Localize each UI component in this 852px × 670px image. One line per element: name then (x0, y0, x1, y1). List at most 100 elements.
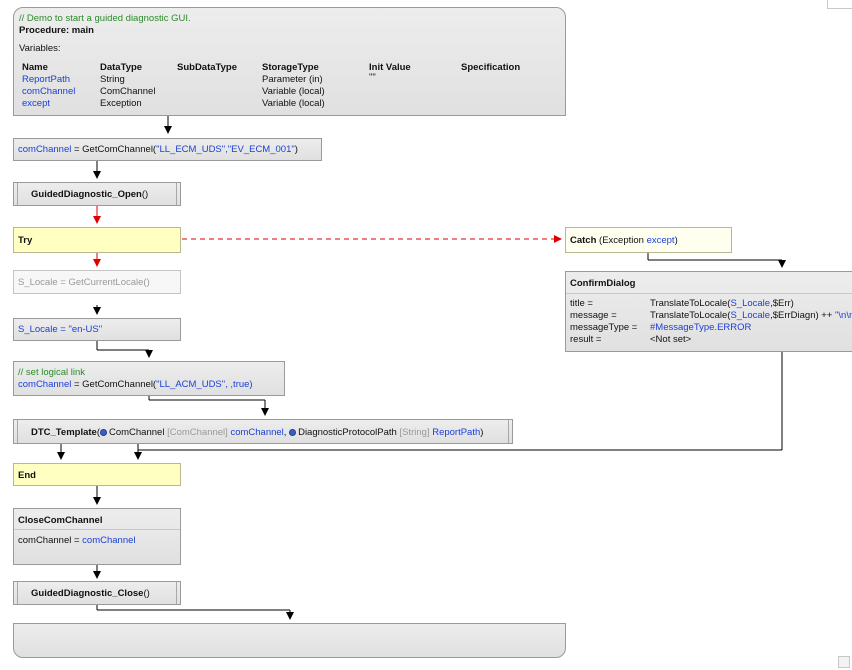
catch-type: (Exception (596, 235, 647, 246)
step-get-current-locale[interactable]: S_Locale = GetCurrentLocale() (13, 270, 181, 294)
step-get-com-channel-ecm[interactable]: comChannel = GetComChannel("LL_ECM_UDS",… (13, 138, 322, 161)
subproc-parens: () (141, 189, 149, 200)
locale-get-text: S_Locale = GetCurrentLocale() (18, 277, 150, 288)
step-catch[interactable]: Catch (Exception except) (565, 227, 732, 253)
value-string: "\n\n" + (835, 310, 852, 321)
subproc-label: GuidedDiagnostic_Open() (31, 189, 148, 200)
confirm-value: <Not set> (650, 334, 691, 345)
locale-value: = "en-US" (57, 324, 103, 335)
assign-call: = GetComChannel( (71, 144, 157, 155)
try-label: Try (18, 235, 33, 246)
value-call: <Not set> (650, 334, 692, 345)
end-label: End (18, 470, 36, 481)
value-var: S_Locale (730, 310, 771, 321)
close-rhs: comChannel (82, 535, 136, 546)
assign-call: = GetComChannel( (71, 379, 157, 390)
var-type: ComChannel (100, 86, 156, 97)
step-end[interactable]: End (13, 463, 181, 486)
var-storage: Parameter (in) (262, 74, 323, 85)
value-call: TranslateToLocale( (650, 298, 731, 309)
procedure-header[interactable]: // Demo to start a guided diagnostic GUI… (13, 7, 566, 116)
assignment-text: comChannel = GetComChannel("LL_ACM_UDS",… (18, 379, 253, 390)
subproc-bar-left (17, 183, 18, 205)
catch-label: Catch (570, 235, 597, 246)
value-rest: ,$ErrDiagn) ++ (770, 310, 836, 321)
var-init: "" (369, 72, 376, 83)
subproc-label: GuidedDiagnostic_Close() (31, 588, 150, 599)
subproc-bar-right (508, 420, 509, 443)
var-storage: Variable (local) (262, 86, 325, 97)
close-assign: comChannel = comChannel (18, 535, 136, 546)
step-close-com-channel[interactable]: CloseComChannel comChannel = comChannel (13, 508, 181, 565)
confirm-key: message = (570, 310, 617, 321)
assign-args: "LL_ACM_UDS", (156, 379, 228, 390)
col-header-subdatatype: SubDataType (177, 62, 238, 73)
procedure-footer[interactable] (13, 623, 566, 658)
divider (566, 293, 852, 294)
step-dtc-template[interactable]: DTC_Template(ComChannel [ComChannel] com… (13, 419, 513, 444)
confirm-value: #MessageType.ERROR (650, 322, 751, 333)
value-var: S_Locale (730, 298, 771, 309)
dtc-param2-name: DiagnosticProtocolPath (298, 427, 397, 438)
subproc-bar-right (176, 183, 177, 205)
dtc-call-text: DTC_Template(ComChannel [ComChannel] com… (31, 427, 484, 438)
step-confirm-dialog[interactable]: ConfirmDialog title = TranslateToLocale(… (565, 271, 852, 352)
var-type: Exception (100, 98, 142, 109)
assign-args: "LL_ECM_UDS","EV_ECM_001" (156, 144, 295, 155)
var-name[interactable]: except (22, 98, 50, 109)
step-comment: // set logical link (18, 367, 86, 378)
confirm-key: title = (570, 298, 593, 309)
corner-widget[interactable] (827, 0, 852, 9)
catch-close: ) (674, 235, 678, 246)
assign-close: ) (294, 144, 298, 155)
catch-var: except (646, 235, 675, 246)
locale-set-text: S_Locale = "en-US" (18, 324, 102, 335)
assign-lhs: comChannel (18, 144, 72, 155)
procedure-title: Procedure: main (19, 25, 94, 36)
value-rest: ,$Err) (770, 298, 794, 309)
dtc-name: DTC_Template (31, 427, 97, 438)
confirm-key: result = (570, 334, 602, 345)
close-lhs: comChannel = (18, 535, 83, 546)
subproc-bar-left (17, 582, 18, 604)
value-var: #MessageType.ERROR (650, 322, 752, 333)
dtc-param2-type: [String] (396, 427, 433, 438)
confirm-value: TranslateToLocale(S_Locale,$Err) (650, 298, 794, 309)
var-name[interactable]: comChannel (22, 86, 75, 97)
assign-lhs: comChannel (18, 379, 72, 390)
divider (14, 529, 180, 530)
dtc-param2-value[interactable]: ReportPath (432, 427, 480, 438)
step-guided-diagnostic-close[interactable]: GuidedDiagnostic_Close() (13, 581, 181, 605)
var-type: String (100, 74, 125, 85)
dtc-close: ) (480, 427, 484, 438)
subproc-bar-left (17, 420, 18, 443)
step-get-com-channel-acm[interactable]: // set logical link comChannel = GetComC… (13, 361, 285, 396)
confirm-value: TranslateToLocale(S_Locale,$ErrDiagn) ++… (650, 310, 852, 321)
dtc-param1-value[interactable]: comChannel (230, 427, 283, 438)
value-call: TranslateToLocale( (650, 310, 731, 321)
dtc-param1-name: ComChannel (108, 427, 165, 438)
confirm-key: messageType = (570, 322, 638, 333)
step-try[interactable]: Try (13, 227, 181, 253)
subproc-bar-right (176, 582, 177, 604)
dtc-param1-type: [ComChannel] (164, 427, 231, 438)
scrollbar-corner[interactable] (838, 656, 850, 668)
confirm-title: ConfirmDialog (570, 278, 636, 289)
var-storage: Variable (local) (262, 98, 325, 109)
step-set-locale[interactable]: S_Locale = "en-US" (13, 318, 181, 341)
close-title: CloseComChannel (18, 515, 103, 526)
col-header-storagetype: StorageType (262, 62, 319, 73)
procedure-comment: // Demo to start a guided diagnostic GUI… (19, 13, 191, 24)
subproc-parens: () (143, 588, 150, 599)
col-header-datatype: DataType (100, 62, 143, 73)
var-name[interactable]: ReportPath (22, 74, 70, 85)
subproc-name: GuidedDiagnostic_Close (31, 588, 144, 599)
assign-rest: ,true) (227, 379, 253, 390)
param-pin-icon (289, 429, 297, 436)
assignment-text: comChannel = GetComChannel("LL_ECM_UDS",… (18, 144, 298, 155)
locale-var: S_Locale (18, 324, 58, 335)
variables-label: Variables: (19, 43, 61, 54)
subproc-name: GuidedDiagnostic_Open (31, 189, 142, 200)
col-header-name: Name (22, 62, 48, 73)
step-guided-diagnostic-open[interactable]: GuidedDiagnostic_Open() (13, 182, 181, 206)
